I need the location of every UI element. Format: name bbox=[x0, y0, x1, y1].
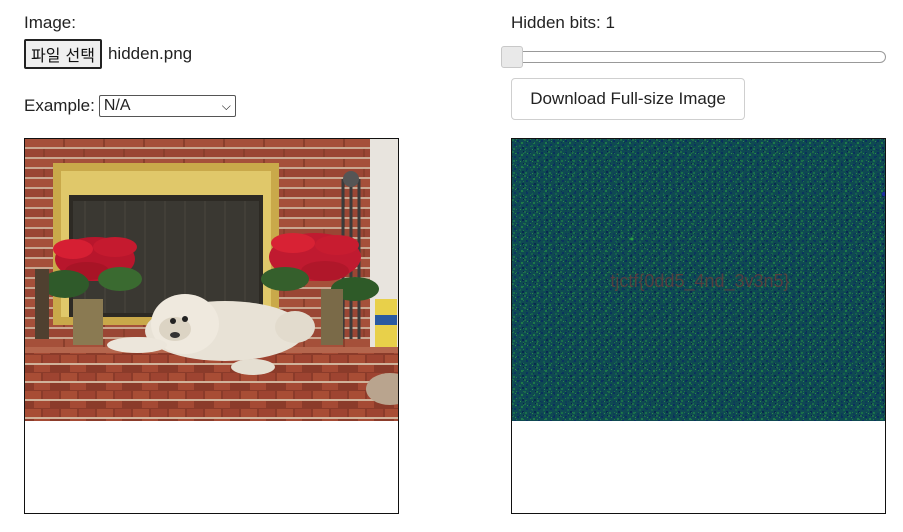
original-photo bbox=[25, 139, 398, 513]
file-input: 파일 선택 hidden.png bbox=[24, 38, 404, 70]
choose-file-button[interactable]: 파일 선택 bbox=[24, 39, 102, 69]
decoded-image-canvas: tjctf{0dd5_4nd_3v3n5} bbox=[511, 138, 886, 514]
example-selected-value: N/A bbox=[103, 97, 131, 114]
original-image-canvas bbox=[24, 138, 399, 514]
decoded-noise-image: tjctf{0dd5_4nd_3v3n5} bbox=[512, 139, 885, 513]
hidden-flag-text: tjctf{0dd5_4nd_3v3n5} bbox=[610, 271, 789, 292]
image-label: Image: bbox=[24, 13, 76, 32]
example-label: Example: bbox=[24, 96, 95, 115]
example-row: Example: N/A ⌵ bbox=[24, 94, 404, 118]
output-panel: Hidden bits: 1 Download Full-size Image bbox=[501, 12, 891, 120]
hidden-bits-slider[interactable] bbox=[501, 46, 886, 68]
selected-file-name: hidden.png bbox=[107, 44, 193, 63]
hidden-bits-label: Hidden bits: 1 bbox=[511, 13, 615, 32]
slider-thumb[interactable] bbox=[501, 46, 523, 68]
input-panel: Image: 파일 선택 hidden.png Example: N/A ⌵ bbox=[24, 12, 404, 118]
example-select[interactable]: N/A ⌵ bbox=[98, 95, 236, 117]
slider-track[interactable] bbox=[511, 51, 886, 63]
chevron-down-icon: ⌵ bbox=[221, 98, 231, 113]
steganography-tool-page: Image: 파일 선택 hidden.png Example: N/A ⌵ H… bbox=[0, 0, 903, 532]
download-full-size-button[interactable]: Download Full-size Image bbox=[511, 78, 745, 120]
